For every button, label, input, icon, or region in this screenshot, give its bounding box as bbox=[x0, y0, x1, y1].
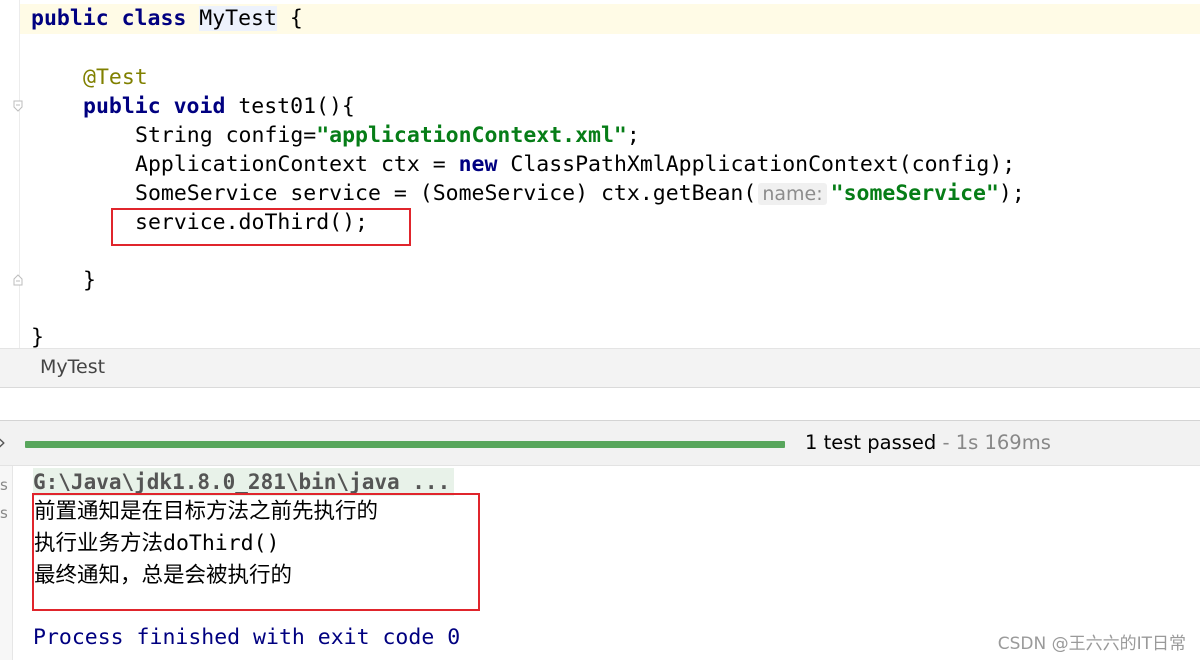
string-literal: "applicationContext.xml" bbox=[316, 123, 627, 148]
code-line-context: ApplicationContext ctx = new ClassPathXm… bbox=[135, 150, 1015, 179]
code-text: { bbox=[276, 6, 303, 31]
code-line-class-decl: public class MyTest { bbox=[31, 4, 303, 33]
console-command-line[interactable]: G:\Java\jdk1.8.0_281\bin\java ... bbox=[33, 468, 455, 496]
editor-breadcrumb-bar: MyTest bbox=[0, 348, 1200, 388]
code-text: } bbox=[83, 268, 96, 293]
gutter-border bbox=[19, 0, 20, 348]
code-text: SomeService service = (SomeService) ctx.… bbox=[135, 181, 757, 206]
breadcrumb-class[interactable]: MyTest bbox=[40, 356, 105, 378]
test-status: 1 test passed - 1s 169ms bbox=[805, 431, 1051, 454]
keyword: public void bbox=[83, 94, 239, 119]
code-line-method-close: } bbox=[83, 266, 96, 295]
parameter-hint: name: bbox=[758, 183, 827, 205]
panel-gap bbox=[0, 388, 1200, 420]
class-name[interactable]: MyTest bbox=[199, 6, 277, 31]
code-line-config: String config="applicationContext.xml"; bbox=[135, 121, 640, 150]
code-text: ); bbox=[998, 181, 1025, 206]
keyword: public class bbox=[31, 6, 200, 31]
annotation: @Test bbox=[83, 65, 148, 90]
code-text: ; bbox=[626, 123, 640, 148]
test-progress-bar bbox=[25, 441, 785, 448]
code-text: String config= bbox=[135, 123, 317, 148]
test-status-text: 1 test passed bbox=[805, 431, 937, 454]
string-literal: "someService" bbox=[830, 181, 999, 206]
run-status-bar: › 1 test passed - 1s 169ms bbox=[0, 420, 1200, 466]
code-line-annotation: @Test bbox=[83, 63, 148, 92]
strip-char: s bbox=[0, 504, 8, 522]
code-editor[interactable]: public class MyTest { @Test public void … bbox=[0, 0, 1200, 350]
console-side-strip: s s bbox=[0, 466, 13, 660]
watermark: CSDN @王六六的IT日常 bbox=[997, 634, 1186, 654]
code-text: ApplicationContext ctx = bbox=[135, 152, 459, 177]
editor-gutter bbox=[0, 0, 23, 348]
code-line-getbean: SomeService service = (SomeService) ctx.… bbox=[135, 179, 1025, 209]
console-exit-line: Process finished with exit code 0 bbox=[33, 625, 461, 650]
highlight-box-output bbox=[32, 493, 480, 611]
strip-char: s bbox=[0, 476, 8, 494]
fold-end-icon[interactable] bbox=[13, 274, 23, 286]
keyword: new bbox=[458, 152, 498, 177]
chevron-right-icon[interactable]: › bbox=[0, 430, 6, 454]
code-line-method-decl: public void test01(){ bbox=[83, 92, 355, 121]
code-text: test01(){ bbox=[238, 94, 355, 119]
fold-start-icon[interactable] bbox=[13, 100, 23, 112]
code-text: ClassPathXmlApplicationContext(config); bbox=[497, 152, 1016, 177]
highlight-box-code bbox=[111, 208, 411, 246]
test-duration: - 1s 169ms bbox=[936, 431, 1051, 454]
code-text: } bbox=[31, 325, 44, 350]
